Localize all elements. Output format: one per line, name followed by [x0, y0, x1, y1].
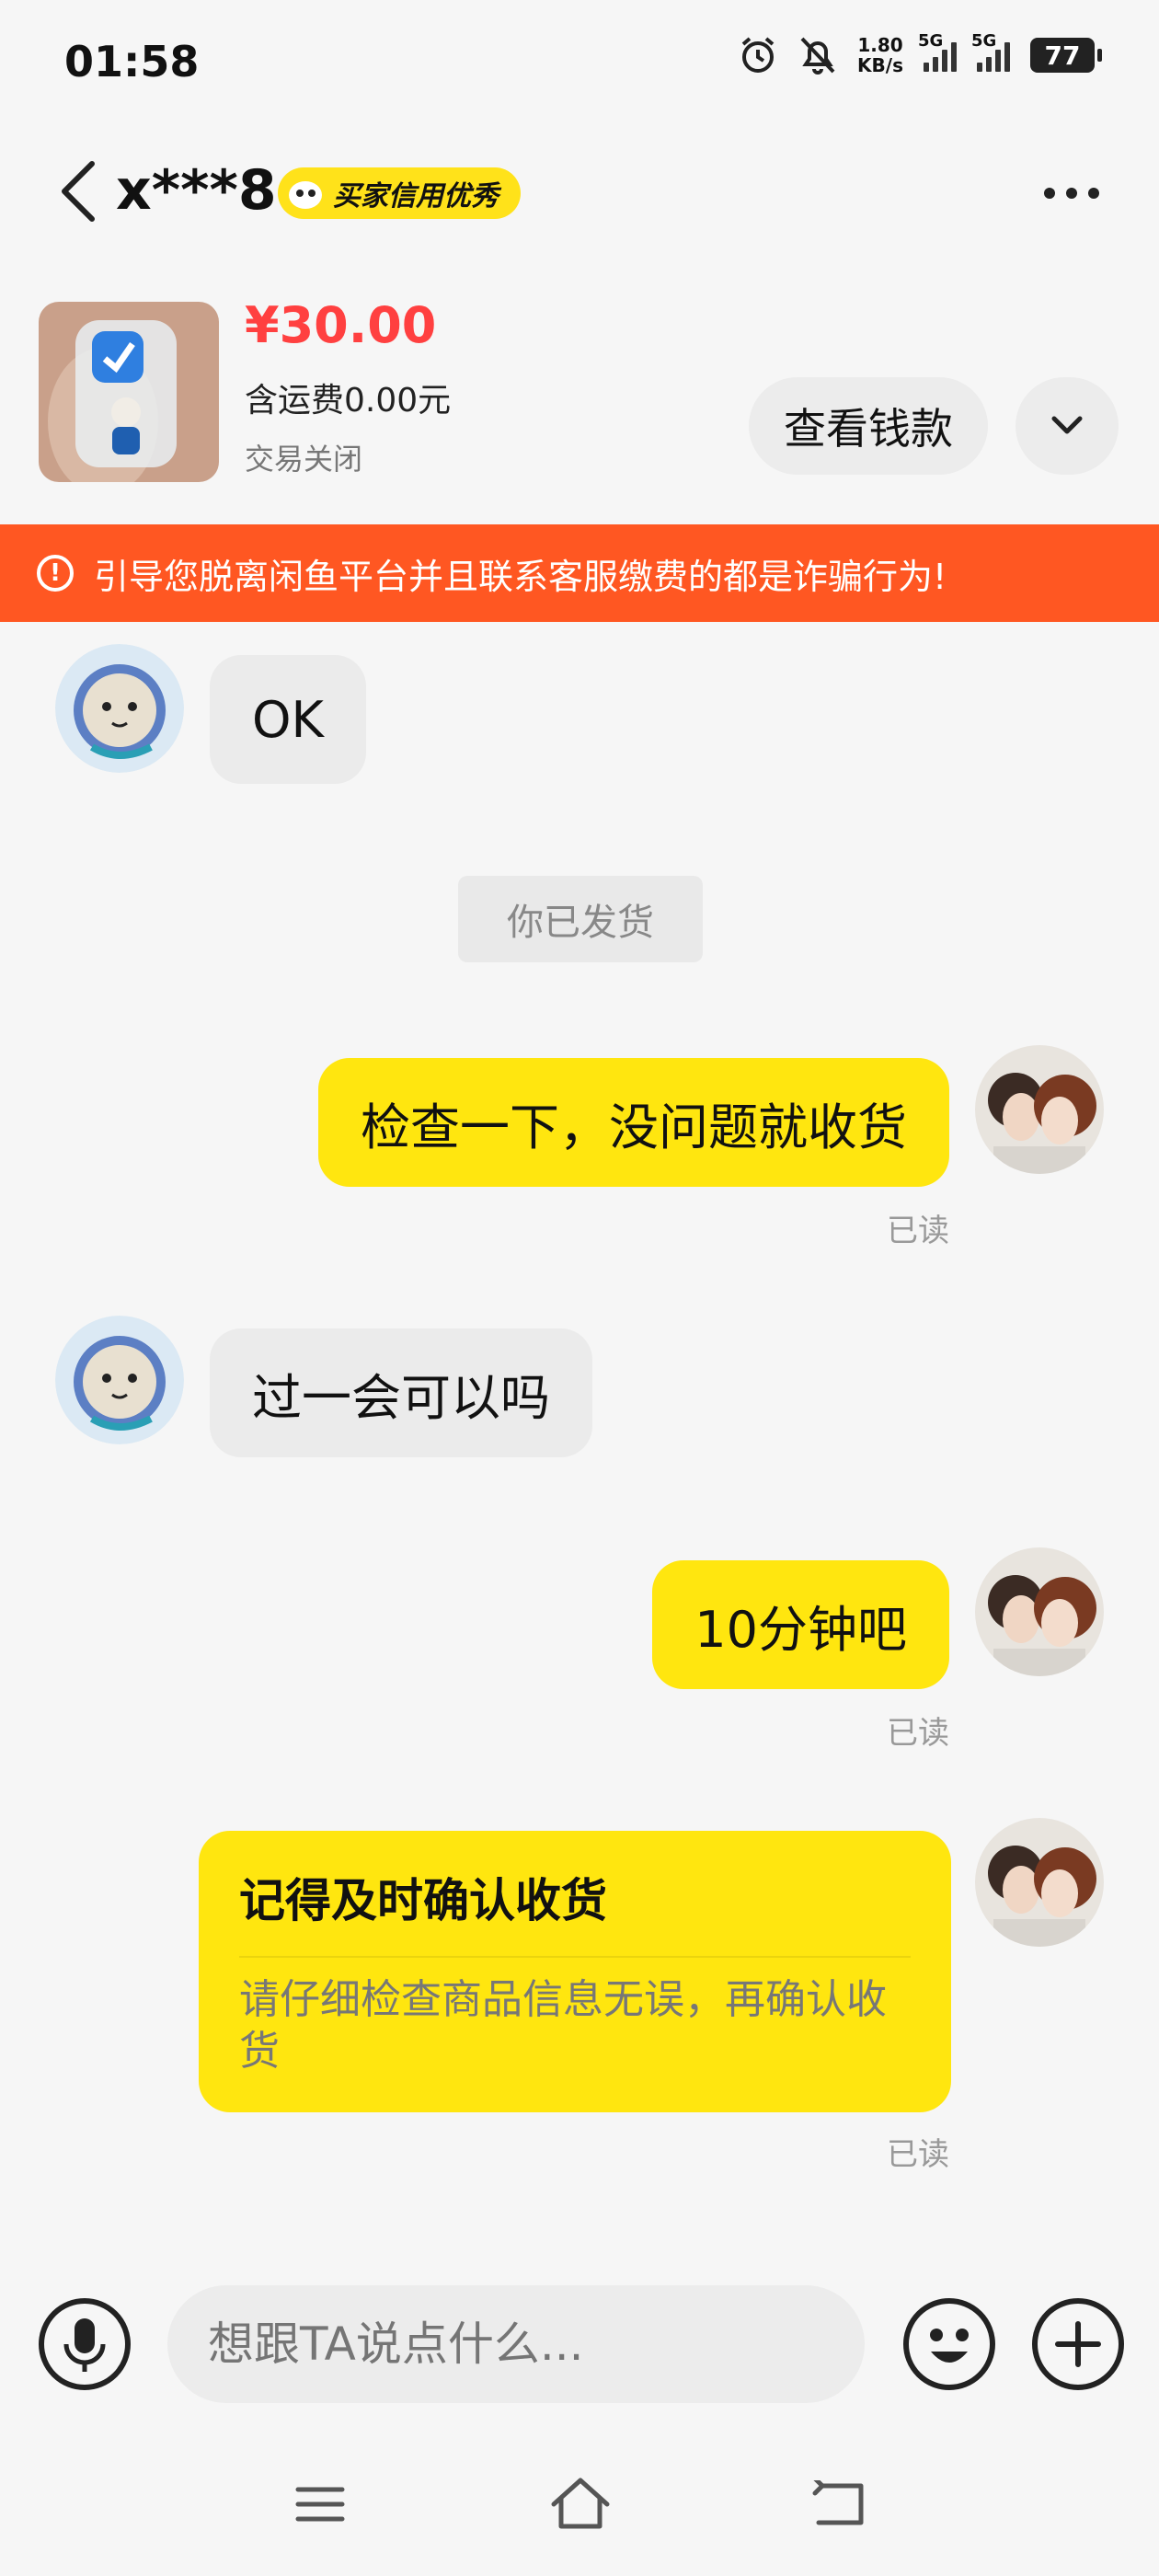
read-receipt: 已读 [887, 1715, 949, 1752]
fish-mascot-icon [289, 181, 322, 209]
nav-menu-icon[interactable] [294, 2484, 346, 2524]
couple-avatar-icon [975, 1045, 1104, 1174]
seller-avatar[interactable] [55, 1316, 184, 1444]
warning-icon: ! [37, 555, 74, 592]
my-avatar[interactable] [975, 1547, 1104, 1676]
back-arrow-icon[interactable] [55, 158, 103, 224]
read-receipt: 已读 [887, 2136, 949, 2173]
card-title: 记得及时确认收货 [239, 1874, 607, 1927]
fraud-warning-banner: ! 引导您脱离闲鱼平台并且联系客服缴费的都是诈骗行为! [0, 524, 1159, 622]
couple-avatar-icon [975, 1547, 1104, 1676]
card-body: 请仔细检查商品信息无误，再确认收货 [239, 1976, 887, 2075]
my-avatar[interactable] [975, 1818, 1104, 1947]
chevron-down-icon [1051, 416, 1083, 434]
bell-muted-icon [800, 37, 835, 75]
product-thumbnail[interactable] [39, 302, 219, 482]
message-bubble-sent: 检查一下，没问题就收货 [318, 1058, 949, 1187]
message-bubble-received: OK [210, 655, 366, 784]
network-speed: 1.80 KB/s [857, 35, 903, 75]
nav-home-icon[interactable] [548, 2475, 613, 2532]
seller-avatar[interactable] [55, 644, 184, 773]
message-input[interactable] [167, 2285, 865, 2403]
cat-astronaut-avatar-icon [55, 1316, 184, 1444]
confirm-receipt-card[interactable]: 记得及时确认收货 请仔细检查商品信息无误，再确认收货 [199, 1831, 951, 2112]
product-image [39, 302, 219, 482]
expand-button[interactable] [1016, 377, 1119, 475]
alarm-icon [741, 37, 775, 73]
card-divider [239, 1956, 911, 1958]
net-speed-value: 1.80 [857, 34, 903, 56]
battery-icon: 77 [1030, 38, 1102, 73]
product-price: ¥30.00 [245, 296, 437, 354]
status-time: 01:58 [64, 37, 200, 86]
trade-status: 交易关闭 [245, 442, 363, 477]
signal-2-label: 5G [971, 31, 997, 51]
warning-text: 引导您脱离闲鱼平台并且联系客服缴费的都是诈骗行为! [94, 556, 947, 597]
signal-1-label: 5G [918, 31, 944, 51]
signal-2-icon: 5G [971, 31, 1010, 72]
net-speed-unit: KB/s [857, 54, 903, 76]
voice-input-icon[interactable] [37, 2296, 132, 2392]
credit-badge-label: 买家信用优秀 [333, 180, 499, 213]
status-icons: 1.80 KB/s 5G 5G 77 [738, 31, 1102, 75]
emoji-icon[interactable] [901, 2296, 997, 2392]
message-bubble-sent: 10分钟吧 [652, 1560, 949, 1689]
chat-username: x***8 [116, 158, 277, 223]
view-payment-button[interactable]: 查看钱款 [749, 377, 988, 475]
nav-back-icon[interactable] [809, 2480, 866, 2528]
credit-badge[interactable]: 买家信用优秀 [278, 167, 521, 219]
cat-astronaut-avatar-icon [55, 644, 184, 773]
system-message: 你已发货 [458, 876, 703, 962]
my-avatar[interactable] [975, 1045, 1104, 1174]
shipping-info: 含运费0.00元 [245, 382, 452, 420]
add-more-icon[interactable] [1030, 2296, 1126, 2392]
signal-1-icon: 5G [918, 31, 957, 72]
read-receipt: 已读 [887, 1213, 949, 1249]
more-options-button[interactable] [1035, 175, 1108, 212]
message-bubble-received: 过一会可以吗 [210, 1328, 592, 1457]
couple-avatar-icon [975, 1818, 1104, 1947]
